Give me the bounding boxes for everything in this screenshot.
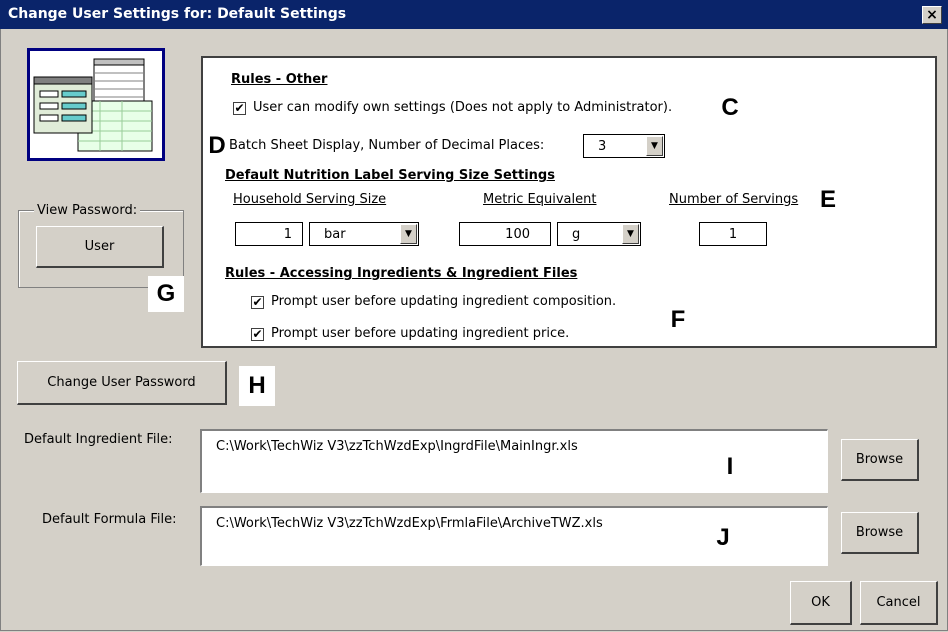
settings-illustration-icon xyxy=(27,48,165,161)
servings-field[interactable]: 1 xyxy=(699,222,767,246)
prompt-price-label: Prompt user before updating ingredient p… xyxy=(271,326,570,341)
chevron-down-icon[interactable]: ▼ xyxy=(622,224,639,244)
modify-settings-checkbox[interactable]: ✔ xyxy=(233,102,246,115)
decimal-places-select[interactable]: 3 ▼ xyxy=(583,134,665,158)
view-password-user-button[interactable]: User xyxy=(36,226,164,268)
metric-unit-select[interactable]: g ▼ xyxy=(557,222,641,246)
marker-i: I xyxy=(726,453,734,480)
formula-file-path: C:\Work\TechWiz V3\zzTchWzdExp\FrmlaFile… xyxy=(216,516,603,531)
prompt-composition-checkbox[interactable]: ✔ xyxy=(251,296,264,309)
ingredient-file-label: Default Ingredient File: xyxy=(24,432,173,447)
household-unit-value: bar xyxy=(324,227,346,242)
rules-other-heading: Rules - Other xyxy=(231,72,328,87)
ok-button[interactable]: OK xyxy=(790,581,852,625)
decimal-places-label: Batch Sheet Display, Number of Decimal P… xyxy=(229,138,545,153)
window-title: Change User Settings for: Default Settin… xyxy=(8,6,347,22)
browse-formula-button[interactable]: Browse xyxy=(841,512,919,554)
metric-unit-value: g xyxy=(572,227,581,242)
settings-panel: Rules - Other ✔ User can modify own sett… xyxy=(201,56,937,348)
marker-f: F xyxy=(665,306,691,334)
prompt-composition-label: Prompt user before updating ingredient c… xyxy=(271,294,617,309)
household-header: Household Serving Size xyxy=(233,192,387,207)
view-password-label: View Password: xyxy=(34,203,141,218)
metric-qty-field[interactable]: 100 xyxy=(459,222,551,246)
ingredient-rules-heading: Rules - Accessing Ingredients & Ingredie… xyxy=(225,266,578,281)
title-bar: Change User Settings for: Default Settin… xyxy=(0,0,948,29)
ingredient-file-path-field[interactable]: C:\Work\TechWiz V3\zzTchWzdExp\IngrdFile… xyxy=(200,429,828,493)
ingredient-file-path: C:\Work\TechWiz V3\zzTchWzdExp\IngrdFile… xyxy=(216,439,578,454)
chevron-down-icon[interactable]: ▼ xyxy=(400,224,417,244)
modify-settings-label: User can modify own settings (Does not a… xyxy=(253,100,673,115)
metric-header: Metric Equivalent xyxy=(483,192,597,207)
chevron-down-icon[interactable]: ▼ xyxy=(646,136,663,156)
browse-ingredient-button[interactable]: Browse xyxy=(841,439,919,481)
prompt-price-checkbox[interactable]: ✔ xyxy=(251,328,264,341)
formula-file-path-field[interactable]: C:\Work\TechWiz V3\zzTchWzdExp\FrmlaFile… xyxy=(200,506,828,566)
close-button[interactable]: × xyxy=(922,6,942,24)
marker-h: H xyxy=(239,366,275,406)
marker-j: J xyxy=(716,524,730,551)
cancel-button[interactable]: Cancel xyxy=(860,581,938,625)
formula-file-label: Default Formula File: xyxy=(42,512,177,527)
marker-g: G xyxy=(148,276,184,312)
nutrition-heading: Default Nutrition Label Serving Size Set… xyxy=(225,168,555,183)
household-unit-select[interactable]: bar ▼ xyxy=(309,222,419,246)
household-qty-field[interactable]: 1 xyxy=(235,222,303,246)
marker-d: D xyxy=(205,132,229,160)
marker-e: E xyxy=(815,186,841,214)
marker-c: C xyxy=(717,94,743,122)
change-user-password-button[interactable]: Change User Password xyxy=(17,361,227,405)
servings-header: Number of Servings xyxy=(669,192,799,207)
decimal-places-value: 3 xyxy=(598,139,607,154)
